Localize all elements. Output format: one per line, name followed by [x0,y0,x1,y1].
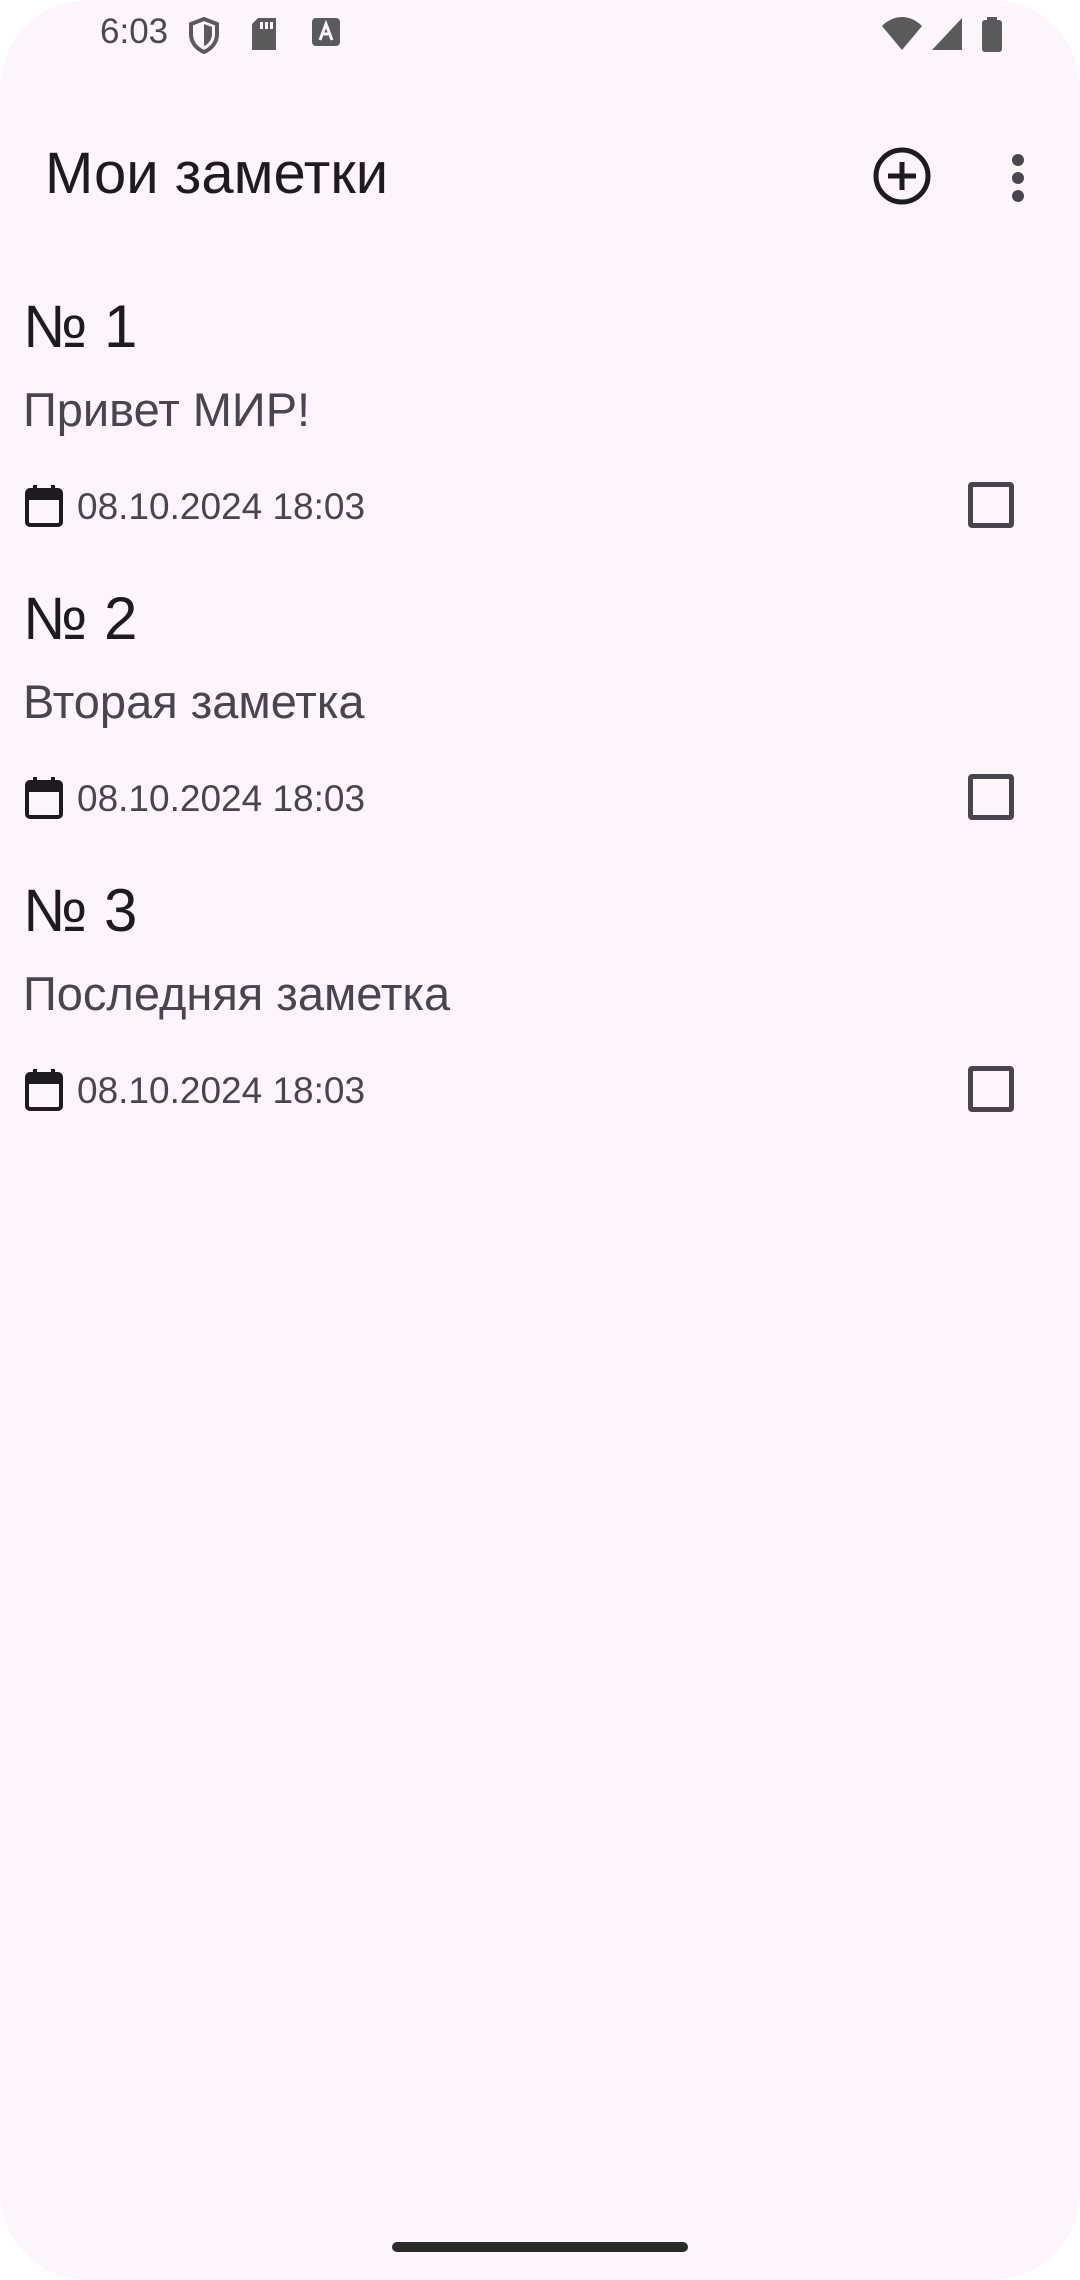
app-screen: 6:03 Мои заметки № 1 Привет МИР! 08.10.2… [0,0,1080,2280]
gesture-navigation-handle[interactable] [392,2242,688,2252]
note-title: № 1 [23,293,138,360]
note-checkbox[interactable] [968,774,1014,820]
note-item[interactable]: № 3 Последняя заметка 08.10.2024 18:03 [0,856,1080,1148]
status-bar: 6:03 [0,0,1080,68]
text-a-icon [312,18,340,46]
note-date: 08.10.2024 18:03 [77,778,366,819]
sd-card-icon [252,18,276,50]
note-item[interactable]: № 2 Вторая заметка 08.10.2024 18:03 [0,564,1080,856]
notes-list: № 1 Привет МИР! 08.10.2024 18:03 № 2 Вто… [0,272,1080,1148]
note-date: 08.10.2024 18:03 [77,1070,366,1111]
signal-icon [932,18,962,50]
note-text: Последняя заметка [23,967,451,1020]
note-text: Привет МИР! [23,383,311,436]
note-text: Вторая заметка [23,675,365,728]
calendar-icon [25,777,63,819]
add-note-button[interactable] [866,140,938,212]
note-title: № 3 [23,877,138,944]
more-options-button[interactable] [992,142,1044,214]
status-time: 6:03 [100,12,169,51]
note-checkbox[interactable] [968,482,1014,528]
note-title: № 2 [23,585,138,652]
wifi-icon [882,17,922,50]
calendar-icon [25,1069,63,1111]
top-app-bar: Мои заметки [0,110,1080,240]
calendar-icon [25,485,63,527]
shield-icon [189,16,219,54]
note-checkbox[interactable] [968,1066,1014,1112]
page-title: Мои заметки [45,141,389,206]
battery-icon [982,17,1002,52]
more-vertical-icon [1012,154,1024,202]
note-item[interactable]: № 1 Привет МИР! 08.10.2024 18:03 [0,272,1080,564]
add-circle-icon [873,147,931,205]
note-date: 08.10.2024 18:03 [77,486,366,527]
